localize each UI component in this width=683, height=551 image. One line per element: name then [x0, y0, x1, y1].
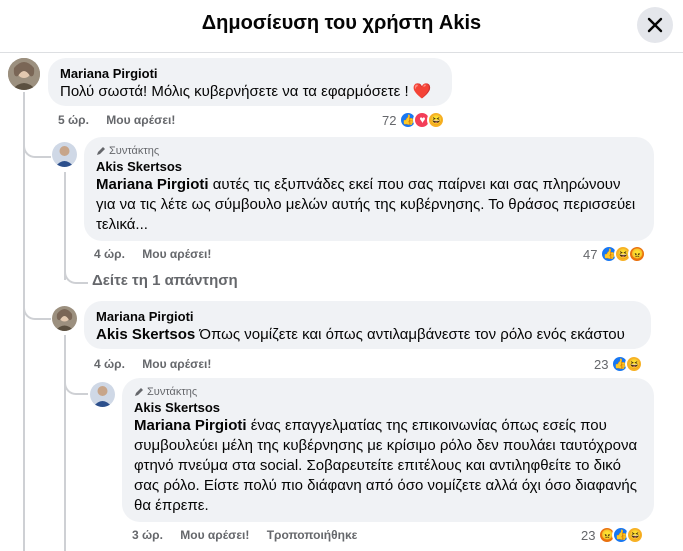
avatar[interactable]: [52, 142, 77, 167]
comment-text: Mariana Pirgioti ένας επαγγελματίας της …: [134, 417, 638, 514]
haha-reaction-icon: 😆: [427, 111, 446, 129]
avatar-photo-icon: [8, 58, 40, 90]
reaction-count: 72: [382, 112, 397, 128]
haha-reaction-icon: 😆: [625, 355, 644, 373]
angry-reaction-icon: 😠: [628, 245, 647, 263]
reaction-count: 23: [581, 527, 596, 543]
close-icon: [647, 17, 663, 33]
comment-meta: 4 ώρ. Μου αρέσει!: [94, 357, 225, 371]
comment-time[interactable]: 3 ώρ.: [132, 528, 163, 542]
comment-meta: 3 ώρ. Μου αρέσει! Τροποποιήθηκε: [132, 528, 371, 542]
like-button[interactable]: Μου αρέσει!: [142, 247, 211, 261]
comment-bubble: Συντάκτης Akis Skertsos Mariana Pirgioti…: [122, 378, 654, 522]
thread-connector: [23, 296, 51, 320]
like-button[interactable]: Μου αρέσει!: [180, 528, 249, 542]
heart-emoji: ❤️: [412, 83, 432, 100]
haha-reaction-icon: 😆: [626, 526, 645, 544]
dialog-title: Δημοσίευση του χρήστη Akis: [201, 12, 482, 34]
reaction-summary[interactable]: 23 😠 👍 😆: [581, 526, 645, 544]
comment-text: Πολύ σωστά! Μόλις κυβερνήσετε να τα εφαρ…: [60, 83, 432, 100]
avatar-photo-icon: [90, 382, 115, 407]
see-replies-link[interactable]: Δείτε τη 1 απάντηση: [92, 272, 238, 289]
comment-author[interactable]: Akis Skertsos: [134, 399, 642, 416]
author-badge: Συντάκτης: [96, 144, 642, 158]
comment-bubble: Mariana Pirgioti Πολύ σωστά! Μόλις κυβερ…: [48, 58, 452, 106]
comment-author[interactable]: Mariana Pirgioti: [96, 308, 639, 325]
thread-connector: [64, 375, 88, 395]
comment-bubble: Mariana Pirgioti Akis Skertsos Όπως νομί…: [84, 301, 651, 349]
reaction-summary[interactable]: 23 👍 😆: [594, 355, 644, 373]
comment-text: Mariana Pirgioti αυτές τις εξυπνάδες εκε…: [96, 176, 636, 233]
avatar[interactable]: [90, 382, 115, 407]
like-button[interactable]: Μου αρέσει!: [142, 357, 211, 371]
thread-line: [23, 92, 25, 551]
avatar-photo-icon: [52, 142, 77, 167]
close-button[interactable]: [637, 7, 673, 43]
pencil-icon: [135, 388, 143, 396]
thread-connector: [64, 264, 88, 284]
reaction-count: 47: [583, 246, 598, 262]
avatar[interactable]: [8, 58, 40, 90]
comment-time[interactable]: 4 ώρ.: [94, 357, 125, 371]
comment-meta: 4 ώρ. Μου αρέσει!: [94, 247, 225, 261]
thread-line: [64, 335, 66, 551]
dialog-header: Δημοσίευση του χρήστη Akis: [0, 0, 683, 53]
mention-link[interactable]: Akis Skertsos: [96, 326, 195, 343]
author-badge: Συντάκτης: [134, 385, 642, 399]
comment-bubble: Συντάκτης Akis Skertsos Mariana Pirgioti…: [84, 137, 654, 241]
mention-link[interactable]: Mariana Pirgioti: [96, 176, 209, 193]
like-button[interactable]: Μου αρέσει!: [106, 113, 175, 127]
pencil-icon: [97, 147, 105, 155]
comment-time[interactable]: 5 ώρ.: [58, 113, 89, 127]
edited-label[interactable]: Τροποποιήθηκε: [267, 528, 358, 542]
comment-meta: 5 ώρ. Μου αρέσει!: [58, 113, 189, 127]
comment-author[interactable]: Akis Skertsos: [96, 158, 642, 175]
comment-text: Akis Skertsos Όπως νομίζετε και όπως αντ…: [96, 326, 625, 343]
comment-time[interactable]: 4 ώρ.: [94, 247, 125, 261]
reaction-summary[interactable]: 47 👍 😆 😠: [583, 245, 647, 263]
reaction-count: 23: [594, 356, 609, 372]
avatar[interactable]: [52, 306, 77, 331]
comment-author[interactable]: Mariana Pirgioti: [60, 65, 440, 82]
thread-connector: [23, 130, 51, 158]
mention-link[interactable]: Mariana Pirgioti: [134, 417, 247, 434]
avatar-photo-icon: [52, 306, 77, 331]
reaction-summary[interactable]: 72 👍 ♥ 😆: [382, 111, 446, 129]
